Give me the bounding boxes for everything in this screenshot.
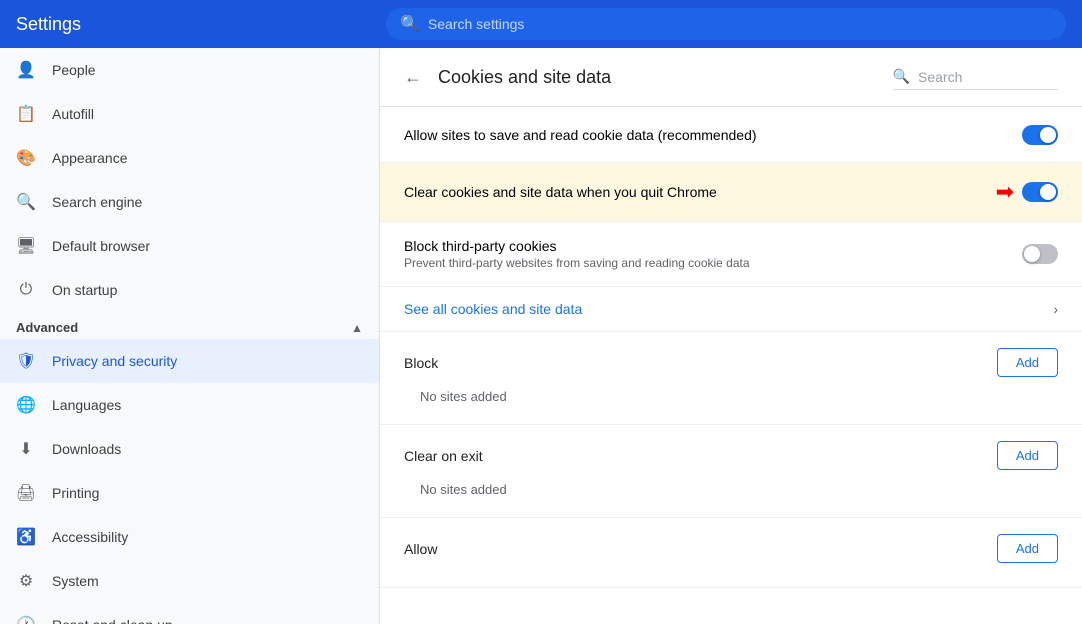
advanced-chevron-icon: ▲: [351, 321, 363, 335]
sidebar-item-appearance[interactable]: 🎨 Appearance: [0, 136, 379, 180]
block-section-title: Block: [404, 355, 438, 371]
search-engine-icon: 🔍: [16, 192, 36, 212]
allow-section-title: Allow: [404, 541, 437, 557]
person-icon: 👤: [16, 60, 36, 80]
accessibility-icon: ♿: [16, 527, 36, 547]
content-search-bar[interactable]: 🔍: [893, 64, 1058, 90]
content-area: ← Cookies and site data 🔍 Allow sites to…: [380, 48, 1082, 624]
default-browser-icon: 🖥: [16, 236, 36, 256]
startup-icon: ⏻: [16, 280, 36, 300]
sidebar-item-autofill[interactable]: 📋 Autofill: [0, 92, 379, 136]
search-bar[interactable]: 🔍: [386, 8, 1066, 40]
allow-cookies-row: Allow sites to save and read cookie data…: [380, 107, 1082, 163]
search-icon: 🔍: [400, 14, 420, 34]
sidebar-item-downloads[interactable]: ⬇ Downloads: [0, 427, 379, 471]
header: Settings 🔍: [0, 0, 1082, 48]
content-search-input[interactable]: [918, 69, 1058, 85]
reset-icon: 🕐: [16, 615, 36, 624]
allow-section: Allow Add: [380, 518, 1082, 588]
appearance-icon: 🎨: [16, 148, 36, 168]
sidebar-item-printing[interactable]: 🖨 Printing: [0, 471, 379, 515]
sidebar-item-default-browser[interactable]: 🖥 Default browser: [0, 224, 379, 268]
allow-add-button[interactable]: Add: [997, 534, 1058, 563]
sidebar-item-languages[interactable]: 🌐 Languages: [0, 383, 379, 427]
printing-icon: 🖨: [16, 483, 36, 503]
allow-cookies-toggle[interactable]: [1022, 125, 1058, 145]
block-third-party-row: Block third-party cookies Prevent third-…: [380, 222, 1082, 287]
clear-on-exit-add-button[interactable]: Add: [997, 441, 1058, 470]
block-third-party-label: Block third-party cookies: [404, 238, 750, 254]
clear-cookies-toggle[interactable]: [1022, 182, 1058, 202]
arrow-annotation: ➡: [996, 179, 1014, 205]
system-icon: ⚙: [16, 571, 36, 591]
clear-on-exit-title: Clear on exit: [404, 448, 483, 464]
search-input[interactable]: [428, 16, 1052, 32]
advanced-section-header[interactable]: Advanced ▲: [0, 312, 379, 339]
back-button[interactable]: ←: [404, 67, 422, 88]
sidebar-item-reset[interactable]: 🕐 Reset and clean up: [0, 603, 379, 624]
block-add-button[interactable]: Add: [997, 348, 1058, 377]
block-section: Block Add No sites added: [380, 332, 1082, 425]
sidebar-item-system[interactable]: ⚙ System: [0, 559, 379, 603]
clear-cookies-row: Clear cookies and site data when you qui…: [380, 163, 1082, 222]
clear-cookies-label: Clear cookies and site data when you qui…: [404, 184, 717, 200]
sidebar-item-on-startup[interactable]: ⏻ On startup: [0, 268, 379, 312]
clear-on-exit-section: Clear on exit Add No sites added: [380, 425, 1082, 518]
content-header: ← Cookies and site data 🔍: [380, 48, 1082, 107]
block-no-sites: No sites added: [404, 385, 1058, 408]
see-all-cookies-link[interactable]: See all cookies and site data ›: [380, 287, 1082, 332]
sidebar-item-accessibility[interactable]: ♿ Accessibility: [0, 515, 379, 559]
downloads-icon: ⬇: [16, 439, 36, 459]
sidebar-item-search-engine[interactable]: 🔍 Search engine: [0, 180, 379, 224]
autofill-icon: 📋: [16, 104, 36, 124]
languages-icon: 🌐: [16, 395, 36, 415]
allow-cookies-label: Allow sites to save and read cookie data…: [404, 127, 757, 143]
content-search-icon: 🔍: [893, 68, 910, 85]
content-title: Cookies and site data: [438, 67, 877, 88]
main-layout: 👤 People 📋 Autofill 🎨 Appearance 🔍 Searc…: [0, 48, 1082, 624]
app-title: Settings: [16, 14, 386, 35]
sidebar-item-privacy[interactable]: 🛡 Privacy and security: [0, 339, 379, 383]
advanced-label: Advanced: [16, 320, 78, 335]
sidebar: 👤 People 📋 Autofill 🎨 Appearance 🔍 Searc…: [0, 48, 380, 624]
block-third-party-toggle[interactable]: [1022, 244, 1058, 264]
sidebar-item-people[interactable]: 👤 People: [0, 48, 379, 92]
chevron-right-icon: ›: [1053, 301, 1058, 317]
shield-icon: 🛡: [16, 351, 36, 371]
block-third-party-sub: Prevent third-party websites from saving…: [404, 256, 750, 270]
clear-on-exit-no-sites: No sites added: [404, 478, 1058, 501]
see-all-label: See all cookies and site data: [404, 301, 582, 317]
